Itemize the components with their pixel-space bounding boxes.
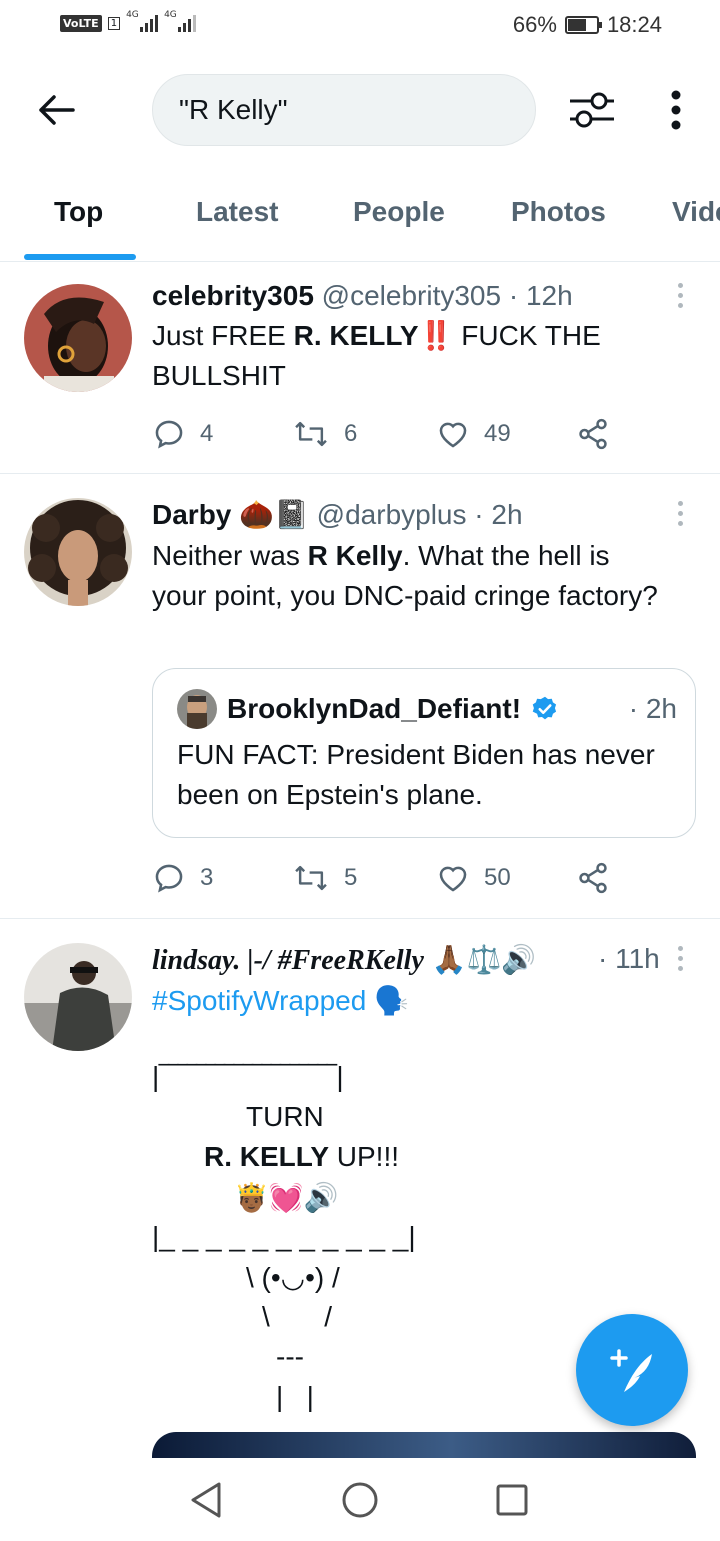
nav-recents-button[interactable] <box>490 1478 534 1522</box>
like-count: 50 <box>484 864 511 891</box>
sim-slot-badge: 1 <box>107 16 121 30</box>
heart-icon <box>439 866 467 892</box>
quoted-tweet-header: BrooklynDad_Defiant! <box>177 689 559 729</box>
name-emoji: 🙏🏾⚖️🔊 <box>431 944 537 975</box>
tab-videos[interactable]: Videos <box>672 196 720 228</box>
quoted-display-name: BrooklynDad_Defiant! <box>227 693 522 724</box>
share-button[interactable] <box>576 414 610 454</box>
circle-home-icon <box>342 1482 378 1518</box>
avatar[interactable] <box>24 498 132 606</box>
retweet-button[interactable]: 6 <box>292 414 357 454</box>
reply-icon <box>155 864 183 893</box>
system-navigation-bar <box>0 1458 720 1541</box>
compose-tweet-button[interactable] <box>576 1314 688 1426</box>
compose-feather-icon <box>610 1349 652 1392</box>
like-button[interactable]: 49 <box>436 414 511 454</box>
avatar[interactable] <box>24 284 132 392</box>
tweet-actions: 4 6 49 <box>152 414 632 454</box>
quoted-tweet-text: FUN FACT: President Biden has never been… <box>177 739 655 810</box>
quoted-tweet[interactable]: BrooklynDad_Defiant! · 2h FUN FACT: Pres… <box>152 668 696 838</box>
retweet-count: 6 <box>344 420 358 447</box>
arrow-left-icon <box>39 95 75 125</box>
avatar[interactable] <box>24 943 132 1051</box>
search-filter-button[interactable] <box>566 86 618 134</box>
name-emoji: 🌰📓 <box>239 499 309 530</box>
more-options-button[interactable] <box>656 86 696 134</box>
reply-icon <box>155 420 183 449</box>
retweet-icon <box>295 421 327 447</box>
tweet[interactable]: Darby 🌰📓 @darbyplus · 2h Neither was R K… <box>0 474 720 919</box>
active-tab-indicator <box>24 254 136 260</box>
battery-icon <box>564 16 602 34</box>
reply-count: 3 <box>200 864 214 891</box>
square-recents-icon <box>496 1484 528 1516</box>
signal-icon: 4G <box>126 10 159 32</box>
tweet-text: Neither was R Kelly. What the hell is yo… <box>152 540 658 611</box>
display-name[interactable]: celebrity305 <box>152 280 314 311</box>
volte-badge: VoLTE <box>60 14 102 32</box>
timestamp: · 12h <box>508 280 573 311</box>
back-button[interactable] <box>30 90 82 130</box>
reply-button[interactable]: 3 <box>152 858 213 898</box>
timestamp: · 11h <box>598 943 660 974</box>
handle[interactable]: @celebrity305 <box>322 280 501 311</box>
tweet-header: lindsay. |-/ #FreeRKelly 🙏🏾⚖️🔊 <box>152 943 536 977</box>
nav-back-button[interactable] <box>184 1478 228 1522</box>
share-icon <box>579 418 607 450</box>
filter-sliders-icon <box>570 92 614 128</box>
signal-icon: 4G <box>164 10 197 32</box>
more-vertical-icon <box>671 90 681 130</box>
tweet-menu-button[interactable] <box>668 498 692 528</box>
triangle-back-icon <box>191 1482 221 1518</box>
retweet-icon <box>295 865 327 891</box>
search-input[interactable]: "R Kelly" <box>152 74 536 146</box>
tab-top[interactable]: Top <box>54 196 103 228</box>
reply-count: 4 <box>200 420 214 447</box>
hashtag-emoji: 🗣️ <box>374 985 409 1016</box>
tweet[interactable]: celebrity305 @celebrity305 · 12h Just FR… <box>0 262 720 474</box>
search-query: "R Kelly" <box>179 94 288 125</box>
retweet-count: 5 <box>344 864 358 891</box>
tab-latest[interactable]: Latest <box>196 196 278 228</box>
search-tabs: Top Latest People Photos Videos <box>0 174 720 262</box>
share-icon <box>579 862 607 894</box>
reply-button[interactable]: 4 <box>152 414 213 454</box>
like-button[interactable]: 50 <box>436 858 511 898</box>
heart-icon <box>439 422 467 448</box>
tweet-menu-button[interactable] <box>668 943 692 973</box>
tab-people[interactable]: People <box>353 196 445 228</box>
display-name[interactable]: Darby <box>152 499 231 530</box>
quoted-timestamp: · 2h <box>628 693 677 724</box>
share-button[interactable] <box>576 858 610 898</box>
status-bar: VoLTE 1 4G 4G 66% 18:24 <box>0 0 720 54</box>
timestamp: · 2h <box>474 499 523 530</box>
tweet-text: Just FREE R. KELLY‼️ FUCK THE BULLSHIT <box>152 320 601 391</box>
search-header: "R Kelly" <box>0 54 720 174</box>
battery-percent: 66% <box>512 12 557 37</box>
tab-photos[interactable]: Photos <box>511 196 606 228</box>
tweet-actions: 3 5 50 <box>152 858 632 898</box>
tweet-menu-button[interactable] <box>668 280 692 310</box>
double-exclamation-emoji: ‼️ <box>418 320 454 351</box>
tweet-text: #SpotifyWrapped 🗣️ <box>152 981 692 1021</box>
retweet-button[interactable]: 5 <box>292 858 357 898</box>
like-count: 49 <box>484 420 511 447</box>
quoted-avatar[interactable] <box>177 689 217 729</box>
tweet-header: celebrity305 @celebrity305 · 12h <box>152 280 573 312</box>
tweet-header: Darby 🌰📓 @darbyplus · 2h <box>152 498 523 531</box>
display-name[interactable]: lindsay. |-/ #FreeRKelly <box>152 945 424 976</box>
verified-badge-icon <box>532 696 557 720</box>
nav-home-button[interactable] <box>338 1478 382 1522</box>
clock: 18:24 <box>606 12 662 37</box>
handle[interactable]: @darbyplus <box>317 499 467 530</box>
hashtag-link[interactable]: #SpotifyWrapped <box>152 985 366 1016</box>
